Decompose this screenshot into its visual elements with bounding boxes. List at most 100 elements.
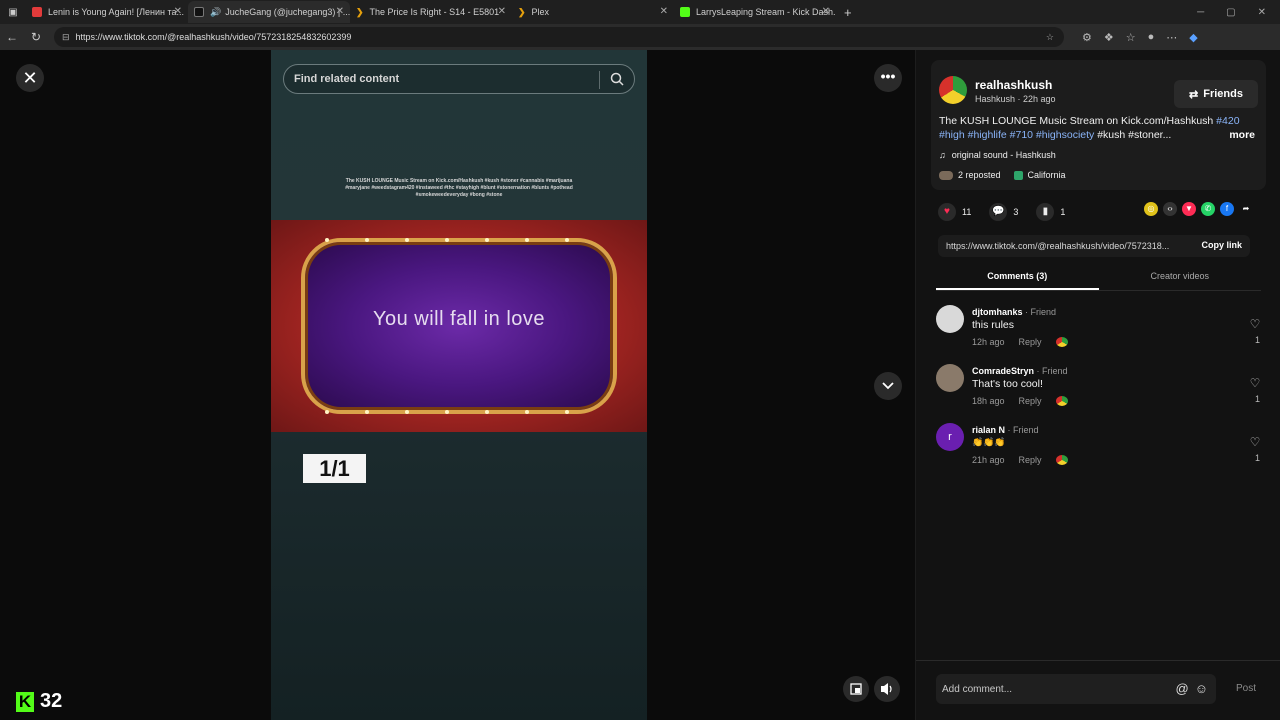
profile-icon[interactable]: ● xyxy=(1148,31,1155,44)
extensions-icon[interactable]: ⚙ xyxy=(1082,31,1092,44)
close-tab-icon[interactable]: ✕ xyxy=(498,6,506,17)
embed-icon[interactable]: ‹› xyxy=(1163,202,1177,216)
user-handle: Hashkush · 22h ago xyxy=(975,94,1056,104)
more-icon[interactable]: ⋯ xyxy=(1166,31,1177,44)
new-tab-icon[interactable]: + xyxy=(844,5,852,20)
location[interactable]: California xyxy=(1028,170,1066,180)
heart-icon[interactable]: ♡ xyxy=(1248,435,1262,449)
favorite-star-icon[interactable]: ☆ xyxy=(1046,32,1054,43)
username[interactable]: realhashkush xyxy=(975,78,1052,92)
youtube-icon xyxy=(32,7,42,17)
next-video-button[interactable] xyxy=(874,372,902,400)
hashtag-link[interactable]: #420 xyxy=(1216,115,1239,127)
avatar[interactable] xyxy=(936,305,964,333)
reply-button[interactable]: Reply xyxy=(1019,337,1042,347)
kick-icon xyxy=(680,7,690,17)
repost-count[interactable]: 2 reposted xyxy=(958,170,1001,180)
reply-button[interactable]: Reply xyxy=(1019,396,1042,406)
comment-button[interactable]: 💬 3 xyxy=(989,203,1018,221)
extension-icon[interactable]: ❖ xyxy=(1104,31,1114,44)
comment-meta: 12h ago Reply xyxy=(972,337,1068,347)
creator-liked-icon xyxy=(1055,455,1068,465)
post-description: The KUSH LOUNGE Music Stream on Kick.com… xyxy=(939,114,1259,142)
browser-tab-5[interactable]: LarrysLeaping Stream - Kick Dash... ✕ xyxy=(674,1,836,23)
back-icon[interactable]: ← xyxy=(0,30,24,44)
post-button[interactable]: Post xyxy=(1236,683,1256,694)
site-info-icon[interactable]: ⊟ xyxy=(62,32,70,43)
close-window-icon[interactable]: ✕ xyxy=(1258,7,1266,18)
comment-author[interactable]: rialan N · Friend xyxy=(972,425,1039,435)
browser-tabbar: ▣ Lenin is Young Again! [Ленин та... ✕ 🔊… xyxy=(0,0,1280,24)
browser-tab-3[interactable]: ❯ The Price Is Right - S14 - E5801 ✕ xyxy=(350,1,512,23)
avatar[interactable] xyxy=(936,364,964,392)
avatar[interactable]: r xyxy=(936,423,964,451)
more-link[interactable]: more xyxy=(1229,128,1255,142)
share-icon[interactable]: ➦ xyxy=(1239,202,1253,216)
reply-button[interactable]: Reply xyxy=(1019,455,1042,465)
share-url[interactable]: https://www.tiktok.com/@realhashkush/vid… xyxy=(946,241,1169,251)
browser-tab-4[interactable]: ❯ Plex ✕ xyxy=(512,1,674,23)
close-icon[interactable]: ✕ xyxy=(16,64,44,92)
mention-icon[interactable]: @ xyxy=(1176,681,1189,696)
window-menu-icon[interactable]: ▣ xyxy=(0,7,26,18)
facebook-icon[interactable]: f xyxy=(1220,202,1234,216)
comment-meta: 18h ago Reply xyxy=(972,396,1068,406)
friends-label: Friends xyxy=(1203,88,1243,100)
comment-time: 21h ago xyxy=(972,455,1005,465)
address-bar[interactable]: ⊟ https://www.tiktok.com/@realhashkush/v… xyxy=(54,27,1064,47)
swap-icon: ⇄ xyxy=(1189,88,1199,101)
hashtag-link[interactable]: #high #highlife #710 #highsociety xyxy=(939,129,1094,141)
pip-button[interactable] xyxy=(843,676,869,702)
window-controls: ─ ▢ ✕ xyxy=(1197,7,1266,18)
url-text: https://www.tiktok.com/@realhashkush/vid… xyxy=(75,32,352,42)
plex-icon: ❯ xyxy=(518,6,526,17)
send-icon[interactable]: ▼ xyxy=(1182,202,1196,216)
comment-author[interactable]: ComradeStryn · Friend xyxy=(972,366,1068,376)
tab-creator-videos[interactable]: Creator videos xyxy=(1099,265,1262,290)
volume-button[interactable] xyxy=(874,676,900,702)
video-caption: The KUSH LOUNGE Music Stream on Kick.com… xyxy=(345,178,573,198)
close-tab-icon[interactable]: ✕ xyxy=(822,6,830,17)
close-tab-icon[interactable]: ✕ xyxy=(336,6,344,17)
heart-icon[interactable]: ♡ xyxy=(1248,317,1262,331)
browser-tab-2[interactable]: 🔊 JucheGang (@juchegang3) | ... ✕ xyxy=(188,1,350,23)
video-banner: You will fall in love xyxy=(271,220,647,432)
tab-title: Plex xyxy=(531,7,550,17)
comment-input[interactable]: Add comment... @ ☺ xyxy=(936,674,1216,704)
friends-button[interactable]: ⇄ Friends xyxy=(1174,80,1258,108)
desc-text: The KUSH LOUNGE Music Stream on Kick.com… xyxy=(939,115,1217,127)
emoji-icon[interactable]: ☺ xyxy=(1195,681,1208,696)
maximize-icon[interactable]: ▢ xyxy=(1226,7,1235,18)
whatsapp-icon[interactable]: ✆ xyxy=(1201,202,1215,216)
speaker-icon[interactable]: 🔊 xyxy=(210,7,221,18)
kick-share-icon[interactable]: ◎ xyxy=(1144,202,1158,216)
more-options-icon[interactable]: ••• xyxy=(874,64,902,92)
close-tab-icon[interactable]: ✕ xyxy=(660,6,668,17)
copilot-icon[interactable]: ◆ xyxy=(1189,31,1197,44)
favorites-icon[interactable]: ☆ xyxy=(1126,31,1136,44)
browser-tab-1[interactable]: Lenin is Young Again! [Ленин та... ✕ xyxy=(26,1,188,23)
tab-comments[interactable]: Comments (3) xyxy=(936,265,1099,290)
search-icon[interactable] xyxy=(610,72,624,89)
minimize-icon[interactable]: ─ xyxy=(1197,7,1204,18)
search-input[interactable]: Find related content xyxy=(283,64,635,94)
tab-title: JucheGang (@juchegang3) | ... xyxy=(225,7,350,17)
search-placeholder: Find related content xyxy=(294,73,400,85)
video-viewer: ✕ Find related content The KUSH LOUNGE M… xyxy=(0,50,1280,720)
sound-link[interactable]: ♫ original sound - Hashkush xyxy=(939,150,1056,160)
save-button[interactable]: ▮ 1 xyxy=(1036,203,1065,221)
reload-icon[interactable]: ↻ xyxy=(24,30,48,44)
close-tab-icon[interactable]: ✕ xyxy=(174,6,182,17)
divider xyxy=(916,660,1280,661)
panel-tabs: Comments (3) Creator videos xyxy=(936,265,1261,291)
comment-item: r rialan N · Friend 👏👏👏 21h ago Reply ♡ … xyxy=(936,423,1266,477)
avatar[interactable] xyxy=(939,76,967,104)
comment-input-icons: @ ☺ xyxy=(1176,681,1208,696)
like-button[interactable]: ♥ 11 xyxy=(938,203,971,221)
heart-icon: ♥ xyxy=(938,203,956,221)
video-player[interactable]: Find related content The KUSH LOUNGE Mus… xyxy=(271,50,647,720)
music-note-icon: ♫ xyxy=(939,150,946,160)
heart-icon[interactable]: ♡ xyxy=(1248,376,1262,390)
copy-link-button[interactable]: Copy link xyxy=(1201,240,1242,250)
comment-author[interactable]: djtomhanks · Friend xyxy=(972,307,1056,317)
